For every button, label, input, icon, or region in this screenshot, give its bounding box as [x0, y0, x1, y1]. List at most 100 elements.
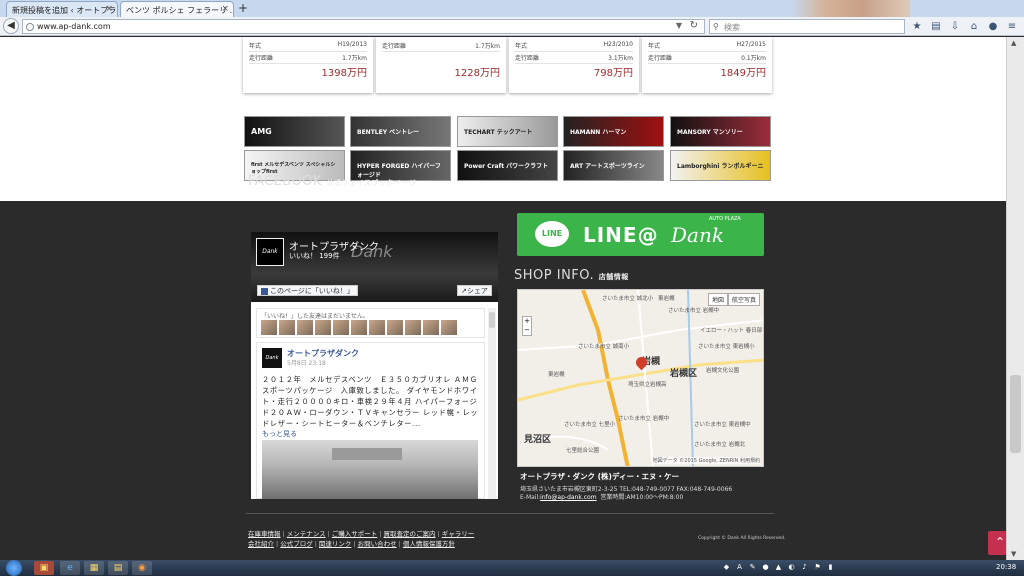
tray-icon[interactable]: ◐ — [787, 563, 796, 572]
reload-icon[interactable]: ↻ — [690, 20, 698, 31]
car-card[interactable]: 年式 H23/2010 走行距離 3.1万km 798万円 — [509, 37, 639, 93]
zoom-out-button[interactable]: − — [523, 326, 531, 335]
page-scrollbar[interactable]: ▲ ▼ — [1006, 37, 1024, 560]
menu-icon[interactable]: ≡ — [1005, 20, 1019, 34]
dropdown-icon[interactable]: ▼ — [676, 21, 682, 30]
tray-icon[interactable]: ⚑ — [813, 563, 822, 572]
scroll-down-icon[interactable]: ▼ — [1011, 550, 1016, 558]
tray-icon[interactable]: ▲ — [774, 563, 783, 572]
footer-link[interactable]: 在庫車情報 — [248, 530, 281, 538]
system-tray: ◆ A ✎ ● ▲ ◐ ♪ ⚑ ▮ — [722, 563, 835, 572]
fan-avatar[interactable] — [297, 320, 313, 335]
brand-banner-art[interactable]: ART アートスポーツライン — [563, 150, 664, 181]
fan-avatar[interactable] — [351, 320, 367, 335]
page-avatar[interactable]: Dank — [256, 238, 284, 266]
fan-avatar[interactable] — [279, 320, 295, 335]
explorer-icon[interactable]: ▤ — [108, 561, 128, 575]
brand-banner-bentley[interactable]: BENTLEY ベントレー — [350, 116, 451, 147]
fan-avatar[interactable] — [423, 320, 439, 335]
fan-avatar[interactable] — [405, 320, 421, 335]
see-more-link[interactable]: もっと見る — [262, 429, 297, 439]
email-label: E-Mail: — [520, 494, 541, 501]
fan-avatar[interactable] — [315, 320, 331, 335]
post-text: ２０１２年 メルセデスベンツ Ｅ３５０カブリオレ ＡＭＧスポーツパッケージ 入庫… — [262, 375, 479, 428]
brand-banner-power-craft[interactable]: Power Craft パワークラフト — [457, 150, 558, 181]
satellite-view-button[interactable]: 航空写真 — [727, 293, 760, 306]
shop-name: オートプラザ・ダンク (株)ディー・エヌ・ケー — [520, 472, 679, 481]
tray-icon[interactable]: ● — [761, 563, 770, 572]
close-icon[interactable]: × — [105, 4, 113, 14]
search-placeholder: 検索 — [724, 23, 740, 32]
fan-avatar[interactable] — [387, 320, 403, 335]
address-bar[interactable]: www.ap-dank.com ▼ ↻ — [22, 19, 705, 34]
footer-link[interactable]: 公式ブログ — [280, 540, 313, 548]
back-button[interactable]: ◀ — [3, 18, 19, 34]
google-map[interactable]: 地図 航空写真 + − さいたま市立 城北小 東岩槻 さいたま市立 岩槻中 イエ… — [517, 289, 764, 467]
addon-icon[interactable]: ● — [986, 20, 1000, 34]
bookmarks-list-icon[interactable]: ▤ — [929, 20, 943, 34]
tray-icon[interactable]: ♪ — [800, 563, 809, 572]
scroll-thumb[interactable] — [1010, 375, 1021, 453]
brand-banner-amg[interactable]: AMG — [244, 116, 345, 147]
fan-avatar[interactable] — [333, 320, 349, 335]
search-input[interactable]: ⚲ 検索 — [709, 19, 905, 34]
fan-avatar[interactable] — [441, 320, 457, 335]
shop-heading-text: SHOP INFO. — [514, 268, 595, 283]
tray-icon[interactable]: ◆ — [722, 563, 731, 572]
tab-new-post[interactable]: 新規投稿を追加 ‹ オートプラ... × — [6, 1, 118, 17]
new-tab-button[interactable]: + — [236, 1, 250, 15]
close-icon[interactable]: × — [221, 4, 229, 14]
brand-banner-lamborghini[interactable]: Lamborghini ランボルギーニ — [670, 150, 771, 181]
clock[interactable]: 20:38 — [996, 563, 1016, 571]
widget-scrollbar[interactable] — [488, 308, 496, 499]
footer-link[interactable]: 関連リンク — [319, 540, 352, 548]
car-card[interactable]: 走行距離 1.7万km 1228万円 — [376, 37, 506, 93]
email-link[interactable]: info@ap-dank.com — [540, 494, 596, 501]
toolbar-icons: ★ ▤ ⇩ ⌂ ● ≡ — [910, 20, 1019, 34]
zoom-in-button[interactable]: + — [523, 317, 531, 326]
spec-label: 年式 — [249, 43, 262, 50]
facebook-cover[interactable]: Dank オートプラザダンク いいね！ 199件 Dank このページに「いいね… — [251, 232, 498, 302]
line-at-banner[interactable]: LINE LINE@ Dank AUTO PLAZA — [517, 213, 764, 256]
like-page-button[interactable]: このページに「いいね！」 — [257, 285, 358, 296]
bookmark-star-icon[interactable]: ★ — [910, 20, 924, 34]
car-card[interactable]: 年式 H27/2015 走行距離 0.1万km 1849万円 — [642, 37, 772, 93]
footer-link[interactable]: ご購入サポート — [332, 530, 378, 538]
brand-banner-techart[interactable]: TECHART テックアート — [457, 116, 558, 147]
scroll-up-icon[interactable]: ▲ — [1011, 39, 1016, 47]
tray-icon[interactable]: A — [735, 563, 744, 572]
share-button[interactable]: ↗シェア — [457, 285, 492, 296]
ie-icon[interactable]: e — [60, 561, 80, 575]
footer-link[interactable]: 会社紹介 — [248, 540, 274, 548]
map-view-button[interactable]: 地図 — [707, 293, 728, 306]
tab-dank[interactable]: ベンツ ポルシェ フェラーリ ... × — [120, 1, 234, 17]
map-copyright[interactable]: 地図データ ©2015 Google, ZENRIN 利用規約 — [652, 457, 760, 464]
spec-value: H23/2010 — [603, 41, 633, 48]
facebook-post: Dank オートプラザダンク 5月8日 23:18 ２０１２年 メルセデスベンツ… — [256, 342, 485, 499]
car-card[interactable]: 年式 H19/2013 走行距離 1.7万km 1398万円 — [243, 37, 373, 93]
download-icon[interactable]: ⇩ — [948, 20, 962, 34]
footer-link[interactable]: 買取査定のご案内 — [383, 530, 435, 538]
post-date[interactable]: 5月8日 23:18 — [287, 358, 326, 367]
footer-link[interactable]: お問い合わせ — [358, 540, 397, 548]
home-icon[interactable]: ⌂ — [967, 20, 981, 34]
taskbar-app-icon[interactable]: ▣ — [34, 561, 54, 575]
brand-label: AMG — [251, 127, 272, 136]
footer-link[interactable]: ギャラリー — [442, 530, 475, 538]
friends-text: 「いいね！」した友達はまだいません。 — [261, 313, 369, 320]
footer-link[interactable]: メンテナンス — [287, 530, 326, 538]
fan-avatar[interactable] — [261, 320, 277, 335]
map-label: さいたま市立 七里小 — [564, 422, 616, 428]
firefox-icon[interactable]: ◉ — [132, 561, 152, 575]
post-photo[interactable] — [262, 440, 478, 499]
footer-link[interactable]: 個人情報保護方針 — [403, 540, 455, 548]
folder-icon[interactable]: ▦ — [84, 561, 104, 575]
post-avatar[interactable]: Dank — [262, 348, 282, 368]
tray-icon[interactable]: ▮ — [826, 563, 835, 572]
brand-banner-mansory[interactable]: MANSORY マンソリー — [670, 116, 771, 147]
scroll-thumb[interactable] — [489, 312, 495, 328]
fan-avatar[interactable] — [369, 320, 385, 335]
start-button[interactable] — [6, 560, 22, 576]
brand-banner-hamann[interactable]: HAMANN ハーマン — [563, 116, 664, 147]
tray-icon[interactable]: ✎ — [748, 563, 757, 572]
